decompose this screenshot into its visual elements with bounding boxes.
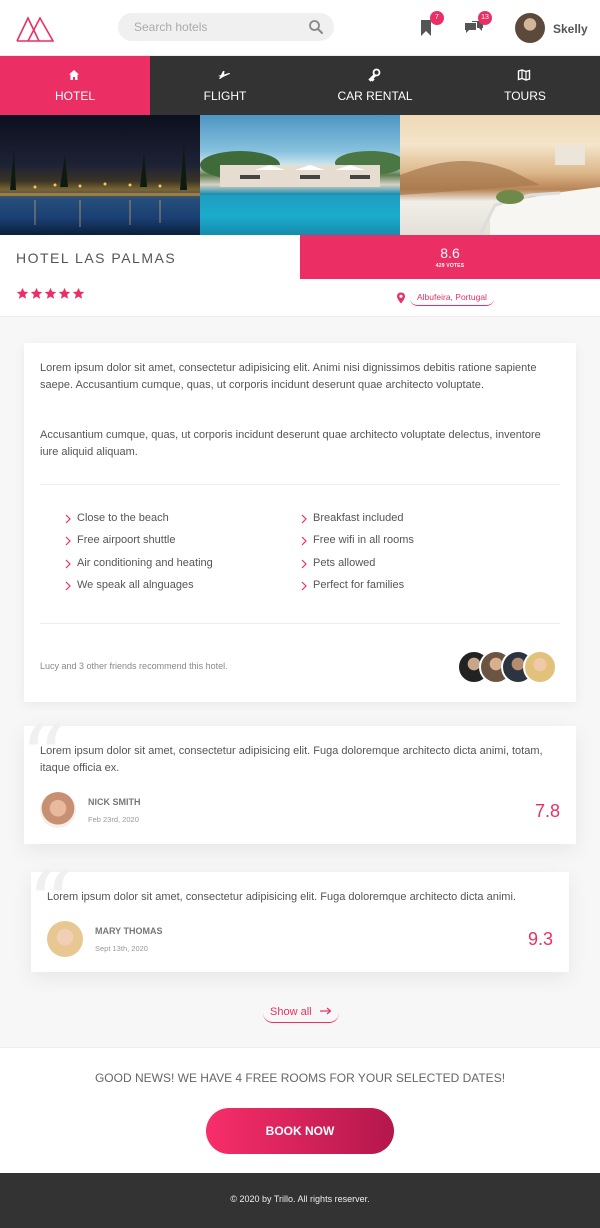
star-icon <box>72 287 85 299</box>
avatar[interactable] <box>523 650 557 684</box>
tab-label: TOURS <box>504 89 546 103</box>
review-card: “ Lorem ipsum dolor sit amet, consectetu… <box>20 714 576 844</box>
booking-cta: GOOD NEWS! WE HAVE 4 FREE ROOMS FOR YOUR… <box>0 1047 600 1173</box>
plane-icon <box>218 71 231 79</box>
gallery-photo-terrace[interactable] <box>400 115 600 235</box>
rating-badge: 8.6 429 VOTES <box>300 235 600 279</box>
tab-flight[interactable]: FLIGHT <box>150 56 300 115</box>
gallery-photo-pool-day[interactable] <box>200 115 400 235</box>
chevron-right-icon <box>301 559 307 569</box>
hotel-description: Lorem ipsum dolor sit amet, consectetur … <box>24 343 576 702</box>
hotel-gallery <box>0 115 600 235</box>
chevron-right-icon <box>301 581 307 591</box>
hotel-overview: HOTEL LAS PALMAS 8.6 429 VOTES Albufeira… <box>0 235 600 317</box>
description-paragraph: Accusantium cumque, quas, ut corporis in… <box>40 429 541 458</box>
location-link[interactable]: Albufeira, Portugal <box>410 291 494 306</box>
book-now-button[interactable]: BOOK NOW <box>206 1108 394 1154</box>
messages-button[interactable]: 13 <box>464 11 492 38</box>
star-icon <box>44 287 57 299</box>
user-name: Skelly <box>553 22 588 36</box>
feature-label: Free wifi in all rooms <box>313 534 414 546</box>
divider <box>40 484 560 485</box>
feature-label: Close to the beach <box>77 512 169 524</box>
reviewer-name: MARY THOMAS <box>95 926 163 936</box>
feature-label: Air conditioning and heating <box>77 557 213 569</box>
show-all-label: Show all <box>270 1006 312 1018</box>
rating-average: 8.6 <box>440 245 460 261</box>
chevron-right-icon <box>65 514 71 524</box>
divider <box>40 623 560 624</box>
review-score: 9.3 <box>527 929 553 949</box>
page-title: HOTEL LAS PALMAS <box>16 250 177 266</box>
footer: © 2020 by Trillo. All rights reserver. <box>0 1173 600 1228</box>
review-text: Lorem ipsum dolor sit amet, consectetur … <box>47 891 516 903</box>
arrow-right-icon <box>319 1007 332 1015</box>
recommend-text: Lucy and 3 other friends recommend this … <box>40 661 228 671</box>
feature-label: Perfect for families <box>313 579 405 591</box>
star-icon <box>16 287 29 299</box>
tab-label: CAR RENTAL <box>337 89 413 103</box>
avatar <box>515 13 545 43</box>
category-tabs: HOTEL FLIGHT CAR RENTAL TOURS <box>0 56 600 115</box>
cta-text: GOOD NEWS! WE HAVE 4 FREE ROOMS FOR YOUR… <box>94 1071 506 1085</box>
chevron-right-icon <box>301 514 307 524</box>
description-paragraph: Lorem ipsum dolor sit amet, consectetur … <box>40 362 537 391</box>
search-bar <box>118 13 334 41</box>
chevron-right-icon <box>65 581 71 591</box>
review-text: Lorem ipsum dolor sit amet, consectetur … <box>40 745 543 774</box>
bookmarks-badge: 7 <box>430 11 444 25</box>
feature-label: Breakfast included <box>313 512 404 524</box>
tab-label: FLIGHT <box>203 89 247 103</box>
key-icon <box>368 68 381 82</box>
star-rating <box>16 287 85 300</box>
search-icon[interactable] <box>308 19 324 35</box>
review-score: 7.8 <box>534 801 560 821</box>
tab-label: HOTEL <box>54 89 95 103</box>
avatar <box>47 921 83 957</box>
star-icon <box>30 287 43 299</box>
bookmarks-button[interactable]: 7 <box>416 11 444 38</box>
feature-label: We speak all alnguages <box>77 579 194 591</box>
feature-label: Pets allowed <box>313 557 376 569</box>
feature-label: Free airpoort shuttle <box>77 534 176 546</box>
map-icon <box>517 69 531 81</box>
messages-badge: 13 <box>478 11 492 25</box>
location-pin-icon <box>397 292 405 304</box>
review-card: “ Lorem ipsum dolor sit amet, consectetu… <box>27 860 569 972</box>
tab-tours[interactable]: TOURS <box>450 56 600 115</box>
chevron-right-icon <box>65 559 71 569</box>
show-all-button[interactable]: Show all <box>263 1003 339 1023</box>
avatar <box>40 792 76 828</box>
top-bar: 7 13 Skelly <box>0 0 600 56</box>
copyright-text: © 2020 by Trillo. All rights reserver. <box>230 1194 370 1204</box>
logo-icon[interactable] <box>16 14 54 42</box>
gallery-photo-pool-night[interactable] <box>0 115 200 235</box>
search-input[interactable] <box>134 19 304 35</box>
reviewer-name: NICK SMITH <box>88 797 141 807</box>
friend-avatars[interactable] <box>457 650 561 684</box>
chevron-right-icon <box>65 536 71 546</box>
review-date: Feb 23rd, 2020 <box>88 815 139 824</box>
chevron-right-icon <box>301 536 307 546</box>
tab-car-rental[interactable]: CAR RENTAL <box>300 56 450 115</box>
star-icon <box>58 287 71 299</box>
rating-votes: 429 VOTES <box>435 263 465 269</box>
home-icon <box>69 70 79 80</box>
tab-hotel[interactable]: HOTEL <box>0 56 150 115</box>
review-date: Sept 13th, 2020 <box>95 944 148 953</box>
